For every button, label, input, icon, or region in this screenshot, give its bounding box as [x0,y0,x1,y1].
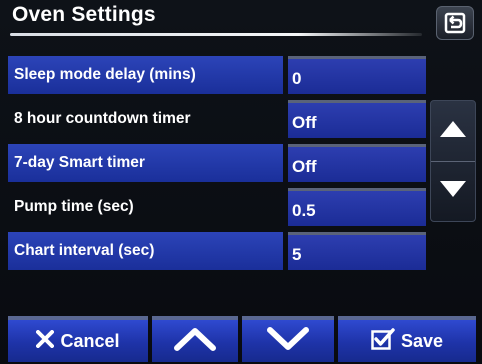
setting-label: 8 hour countdown timer [14,110,191,127]
setting-label: Sleep mode delay (mins) [8,56,283,94]
page-down-button[interactable] [242,316,334,362]
x-icon [36,329,55,353]
return-arrow-icon [444,12,466,34]
scroll-down-button[interactable] [431,161,475,221]
setting-row-sleep-mode-delay[interactable]: Sleep mode delay (mins) 0 [8,56,426,94]
title-divider [10,33,422,36]
oven-settings-screen: Oven Settings Sleep mode delay (mins) 0 … [0,0,482,364]
setting-value-field[interactable]: 0 [288,56,426,94]
save-label: Save [400,330,444,351]
setting-row-7-day-smart-timer[interactable]: 7-day Smart timer Off [8,144,426,182]
setting-value-field[interactable]: Off [288,144,426,182]
scroll-up-button[interactable] [431,101,475,162]
setting-row-chart-interval[interactable]: Chart interval (sec) 5 [8,232,426,270]
scrollbar[interactable] [430,100,476,222]
cancel-label: Cancel [60,330,120,351]
chevron-down-icon [266,326,310,357]
bottom-toolbar: Cancel Save [0,312,482,364]
setting-label: Pump time (sec) [14,198,134,215]
setting-label: Chart interval (sec) [8,232,283,270]
setting-value-field[interactable]: Off [288,100,426,138]
checkbox-check-icon [371,327,395,355]
triangle-down-icon [439,180,467,203]
triangle-up-icon [439,120,467,143]
page-up-button[interactable] [152,316,238,362]
setting-label: 7-day Smart timer [8,144,283,182]
cancel-button[interactable]: Cancel [8,316,148,362]
chevron-up-icon [173,326,217,357]
setting-value-field[interactable]: 5 [288,232,426,270]
page-title: Oven Settings [12,3,156,26]
settings-list: Sleep mode delay (mins) 0 8 hour countdo… [8,56,426,276]
back-button[interactable] [436,6,474,40]
setting-row-pump-time[interactable]: Pump time (sec) 0.5 [8,188,426,226]
setting-row-8-hour-countdown[interactable]: 8 hour countdown timer Off [8,100,426,138]
setting-value-field[interactable]: 0.5 [288,188,426,226]
save-button[interactable]: Save [338,316,476,362]
